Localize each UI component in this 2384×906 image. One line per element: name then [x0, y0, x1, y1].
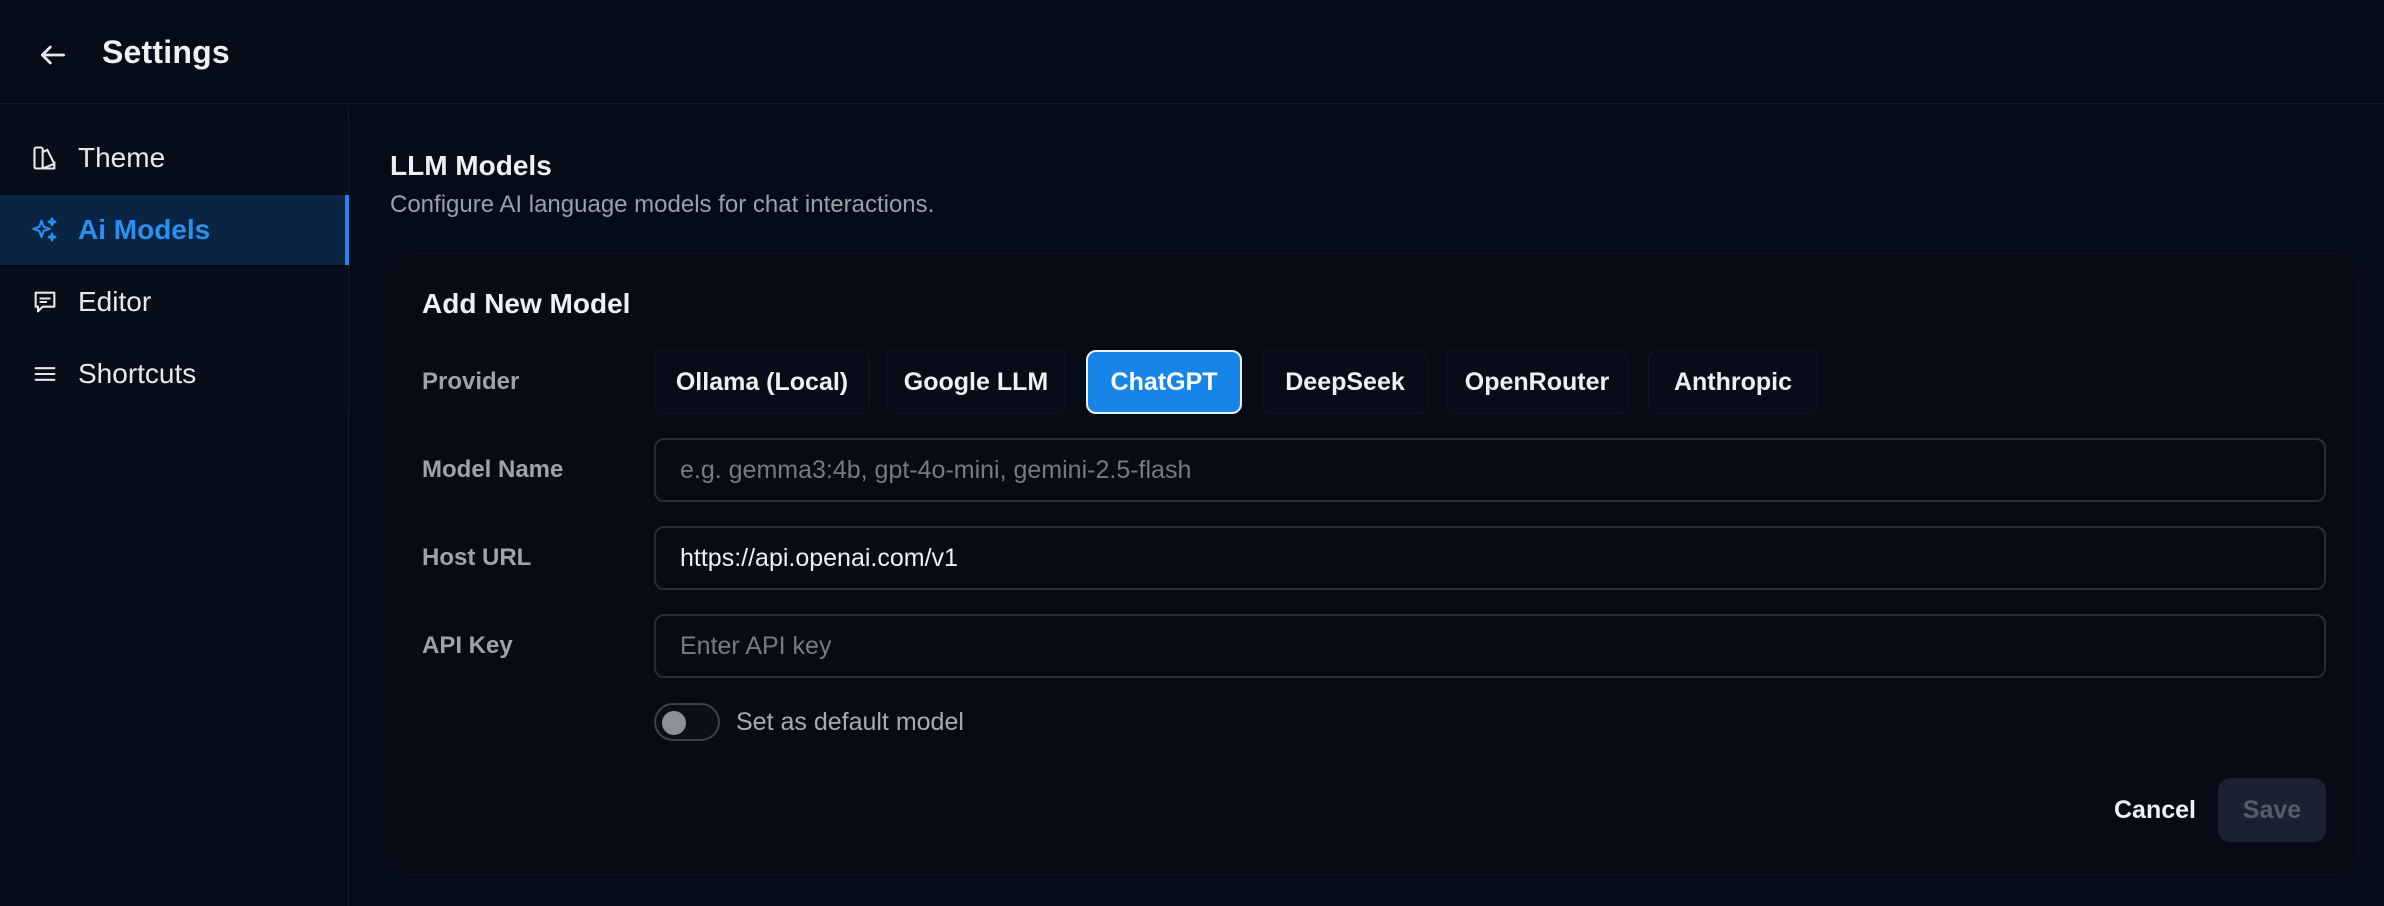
provider-ollama-button[interactable]: Ollama (Local) [654, 350, 870, 414]
host-url-input[interactable] [654, 526, 2326, 590]
sidebar: Theme Ai Models Editor Shortcuts [0, 105, 349, 906]
page-title: Settings [102, 34, 230, 70]
default-model-toggle[interactable] [654, 703, 720, 741]
back-button[interactable] [34, 36, 72, 74]
default-model-label: Set as default model [736, 708, 964, 736]
provider-chatgpt-button[interactable]: ChatGPT [1086, 350, 1242, 414]
model-name-input[interactable] [654, 438, 2326, 502]
provider-google-button[interactable]: Google LLM [886, 350, 1066, 414]
host-url-label: Host URL [422, 544, 532, 571]
section-subtitle: Configure AI language models for chat in… [390, 191, 935, 218]
provider-openrouter-button[interactable]: OpenRouter [1446, 350, 1628, 414]
model-name-label: Model Name [422, 456, 564, 483]
sidebar-item-ai-models[interactable]: Ai Models [0, 195, 349, 265]
sidebar-item-label: Editor [78, 286, 152, 317]
sidebar-item-editor[interactable]: Editor [0, 267, 347, 337]
sidebar-item-theme[interactable]: Theme [0, 123, 347, 193]
card-title: Add New Model [422, 288, 631, 319]
header: Settings [0, 0, 2384, 104]
palette-icon [30, 143, 60, 173]
menu-lines-icon [30, 359, 60, 389]
api-key-input[interactable] [654, 614, 2326, 678]
provider-label: Provider [422, 368, 520, 395]
api-key-label: API Key [422, 632, 513, 659]
add-model-card: Add New Model Provider Ollama (Local) Go… [390, 254, 2358, 874]
sidebar-item-shortcuts[interactable]: Shortcuts [0, 339, 347, 409]
arrow-left-icon [41, 45, 65, 65]
message-square-icon [30, 287, 60, 317]
sparkles-icon [30, 215, 60, 245]
provider-deepseek-button[interactable]: DeepSeek [1262, 350, 1428, 414]
toggle-knob [662, 711, 686, 735]
sidebar-item-label: Ai Models [78, 214, 211, 245]
section-title: LLM Models [390, 150, 552, 181]
save-button[interactable]: Save [2218, 778, 2326, 842]
sidebar-item-label: Shortcuts [78, 358, 197, 389]
provider-anthropic-button[interactable]: Anthropic [1648, 350, 1818, 414]
cancel-button[interactable]: Cancel [2080, 778, 2230, 842]
sidebar-item-label: Theme [78, 142, 166, 173]
